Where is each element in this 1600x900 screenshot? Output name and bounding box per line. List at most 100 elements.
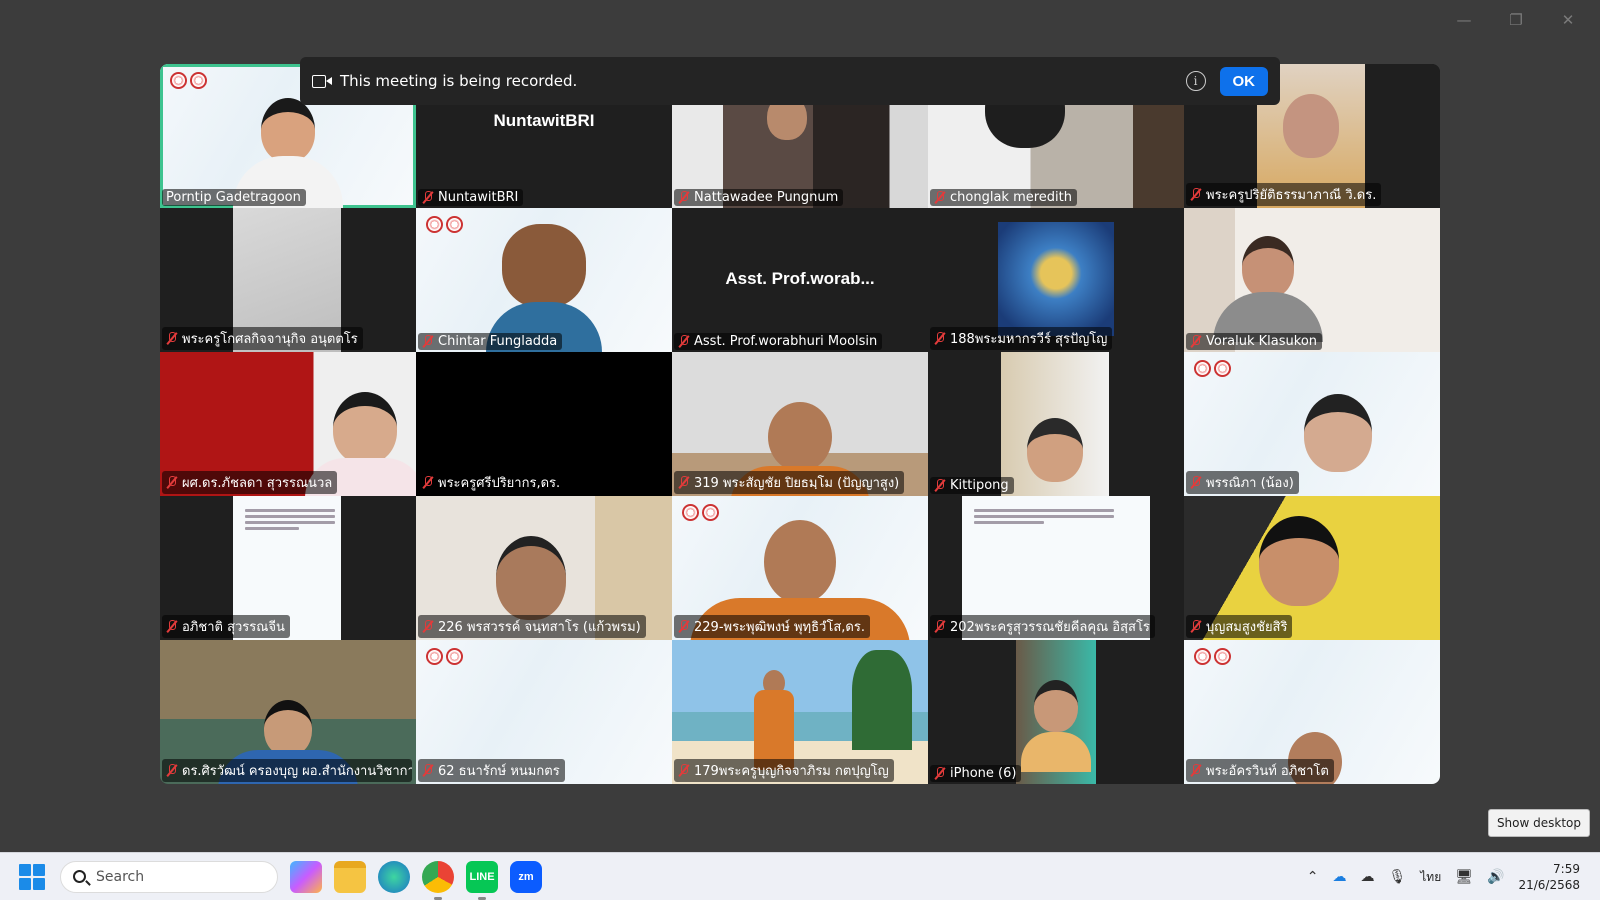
- mic-muted-icon: [678, 764, 690, 777]
- onedrive-icon[interactable]: ☁: [1332, 869, 1346, 885]
- file-explorer-icon[interactable]: [334, 860, 366, 893]
- participant-display-name: Asst. Prof.worab...: [725, 269, 875, 288]
- participant-tile[interactable]: พรรณิภา (น้อง): [1184, 352, 1440, 496]
- search-icon: [73, 870, 86, 883]
- participant-tile[interactable]: บุญสมสูงชัยสิริ: [1184, 496, 1440, 640]
- recording-message: This meeting is being recorded.: [340, 72, 578, 90]
- mic-muted-icon: [678, 191, 690, 204]
- mic-muted-icon: [678, 620, 690, 633]
- network-icon[interactable]: 🖥: [1455, 869, 1473, 885]
- taskbar: Search LINE zm ⌃ ☁ ☁ 🎙 ไทย 🖥 🔊 7:59 21/6…: [0, 852, 1600, 900]
- participant-video: [496, 536, 567, 620]
- line-icon[interactable]: LINE: [466, 860, 498, 900]
- participant-name: พระอัครวินท์ อภิชาโต: [1186, 759, 1334, 782]
- taskbar-search-input[interactable]: Search: [60, 860, 278, 893]
- institution-logo-icon: [682, 504, 699, 521]
- participant-name: Voraluk Klasukon: [1186, 333, 1323, 350]
- participant-tile[interactable]: iPhone (6): [928, 640, 1184, 784]
- zoom-meeting-window: — ❐ ✕ Porntip Gadetragoon NuntawitBRI Nu…: [0, 0, 1600, 900]
- minimize-button[interactable]: —: [1442, 8, 1486, 32]
- mic-muted-icon: [422, 476, 434, 489]
- participant-name: Nattawadee Pungnum: [674, 189, 844, 206]
- speaker-icon[interactable]: 🔊: [1487, 869, 1504, 885]
- institution-logo-icon: [170, 72, 187, 89]
- cloud-icon[interactable]: ☁: [1360, 869, 1374, 885]
- chrome-icon[interactable]: [422, 860, 454, 900]
- participant-name: 229-พระพุฒิพงษ์ พุทฺธิวํโส,ดร.: [674, 615, 870, 638]
- ok-button[interactable]: OK: [1219, 66, 1268, 96]
- institution-logo-icon: [1214, 648, 1231, 665]
- mic-muted-icon: [422, 620, 434, 633]
- mic-muted-icon: [934, 620, 946, 633]
- palm-tree: [852, 650, 912, 750]
- participant-tile[interactable]: 202พระครูสุวรรณชัยคีลคุณ อิสฺสโร: [928, 496, 1184, 640]
- participant-tile[interactable]: ผศ.ดร.ภัชลดา สุวรรณนวล: [160, 352, 416, 496]
- copilot-icon[interactable]: [290, 860, 322, 893]
- institution-logo-icon: [446, 216, 463, 233]
- participant-tile[interactable]: 319 พระสัญชัย ปิยธมฺโม (ปัญญาสูง): [672, 352, 928, 496]
- participant-name: 179พระครูบุญกิจจาภิรม กตปุญโญ: [674, 759, 894, 782]
- participant-name: ดร.ศิรวัฒน์ ครองบุญ ผอ.สำนักงานวิชาการ ว…: [162, 759, 412, 782]
- participant-tile[interactable]: 226 พรสวรรค์ จนฺทสาโร (แก้วพรม): [416, 496, 672, 640]
- buddha-image: [998, 222, 1114, 336]
- participant-name: 62 ธนารักษ์ หนมกตร: [418, 759, 565, 782]
- participant-name: Asst. Prof.worabhuri Moolsin: [674, 333, 883, 350]
- institution-logo-icon: [1194, 360, 1211, 377]
- language-indicator[interactable]: ไทย: [1420, 868, 1441, 887]
- participant-video: [1213, 236, 1324, 342]
- participant-tile[interactable]: 188พระมหากรวีร์ สุรปัญโญ: [928, 208, 1184, 352]
- participant-name: 226 พรสวรรค์ จนฺทสาโร (แก้วพรม): [418, 615, 646, 638]
- participant-name: Kittipong: [930, 477, 1014, 494]
- participant-tile[interactable]: Chintar Fungladda: [416, 208, 672, 352]
- mic-muted-icon: [1190, 476, 1202, 489]
- participant-name: อภิชาติ สุวรรณจีน: [162, 615, 290, 638]
- participant-tile[interactable]: 62 ธนารักษ์ หนมกตร: [416, 640, 672, 784]
- windows-start-icon[interactable]: [19, 863, 45, 890]
- mic-muted-icon: [678, 476, 690, 489]
- participant-tile[interactable]: Kittipong: [928, 352, 1184, 496]
- participant-name: Porntip Gadetragoon: [162, 189, 306, 206]
- restore-button[interactable]: ❐: [1494, 8, 1538, 32]
- recording-notice-banner: This meeting is being recorded. i OK: [300, 57, 1280, 105]
- mic-muted-icon: [934, 479, 946, 492]
- clock-date: 21/6/2568: [1518, 878, 1580, 892]
- chevron-up-icon[interactable]: ⌃: [1307, 869, 1319, 885]
- participant-tile[interactable]: ดร.ศิรวัฒน์ ครองบุญ ผอ.สำนักงานวิชาการ ว…: [160, 640, 416, 784]
- institution-logo-icon: [1214, 360, 1231, 377]
- close-button[interactable]: ✕: [1546, 8, 1590, 32]
- participant-name: NuntawitBRI: [418, 189, 524, 206]
- participant-tile[interactable]: พระครูโกศลกิจจานุกิจ อนุตตโร: [160, 208, 416, 352]
- mic-muted-icon: [166, 332, 178, 345]
- mic-muted-icon: [934, 332, 946, 345]
- institution-logo-icon: [446, 648, 463, 665]
- mic-muted-icon: [422, 335, 434, 348]
- clock[interactable]: 7:59 21/6/2568: [1518, 861, 1580, 893]
- participant-tile[interactable]: อภิชาติ สุวรรณจีน: [160, 496, 416, 640]
- participant-video: [1016, 640, 1096, 784]
- participant-tile[interactable]: Voraluk Klasukon: [1184, 208, 1440, 352]
- mic-muted-icon: [422, 764, 434, 777]
- info-icon[interactable]: i: [1185, 71, 1206, 91]
- participant-tile[interactable]: 179พระครูบุญกิจจาภิรม กตปุญโญ: [672, 640, 928, 784]
- participant-tile[interactable]: พระครูศรีปริยากร,ดร.: [416, 352, 672, 496]
- participant-name: พระครูศรีปริยากร,ดร.: [418, 471, 566, 494]
- participant-tile[interactable]: 229-พระพุฒิพงษ์ พุทฺธิวํโส,ดร.: [672, 496, 928, 640]
- mic-muted-icon: [934, 191, 946, 204]
- edge-icon[interactable]: [378, 860, 410, 893]
- participant-name: พระครูโกศลกิจจานุกิจ อนุตตโร: [162, 327, 363, 350]
- gallery-view: Porntip Gadetragoon NuntawitBRI Nuntawit…: [160, 64, 1440, 784]
- institution-logo-icon: [190, 72, 207, 89]
- mic-muted-icon: [166, 764, 178, 777]
- participant-tile[interactable]: Asst. Prof.worab... Asst. Prof.worabhuri…: [672, 208, 928, 352]
- zoom-icon[interactable]: zm: [510, 860, 542, 893]
- microphone-icon[interactable]: 🎙: [1388, 869, 1406, 885]
- institution-logo-icon: [702, 504, 719, 521]
- participant-tile[interactable]: พระอัครวินท์ อภิชาโต: [1184, 640, 1440, 784]
- participant-name: พระครูปริยัติธรรมาภาณี วิ.ดร.: [1186, 183, 1382, 206]
- window-controls: — ❐ ✕: [1442, 8, 1590, 32]
- clock-time: 7:59: [1553, 862, 1580, 876]
- participant-video: [1303, 394, 1372, 472]
- show-desktop-tooltip: Show desktop: [1487, 809, 1590, 837]
- mic-muted-icon: [166, 620, 178, 633]
- participant-video: [1001, 352, 1109, 496]
